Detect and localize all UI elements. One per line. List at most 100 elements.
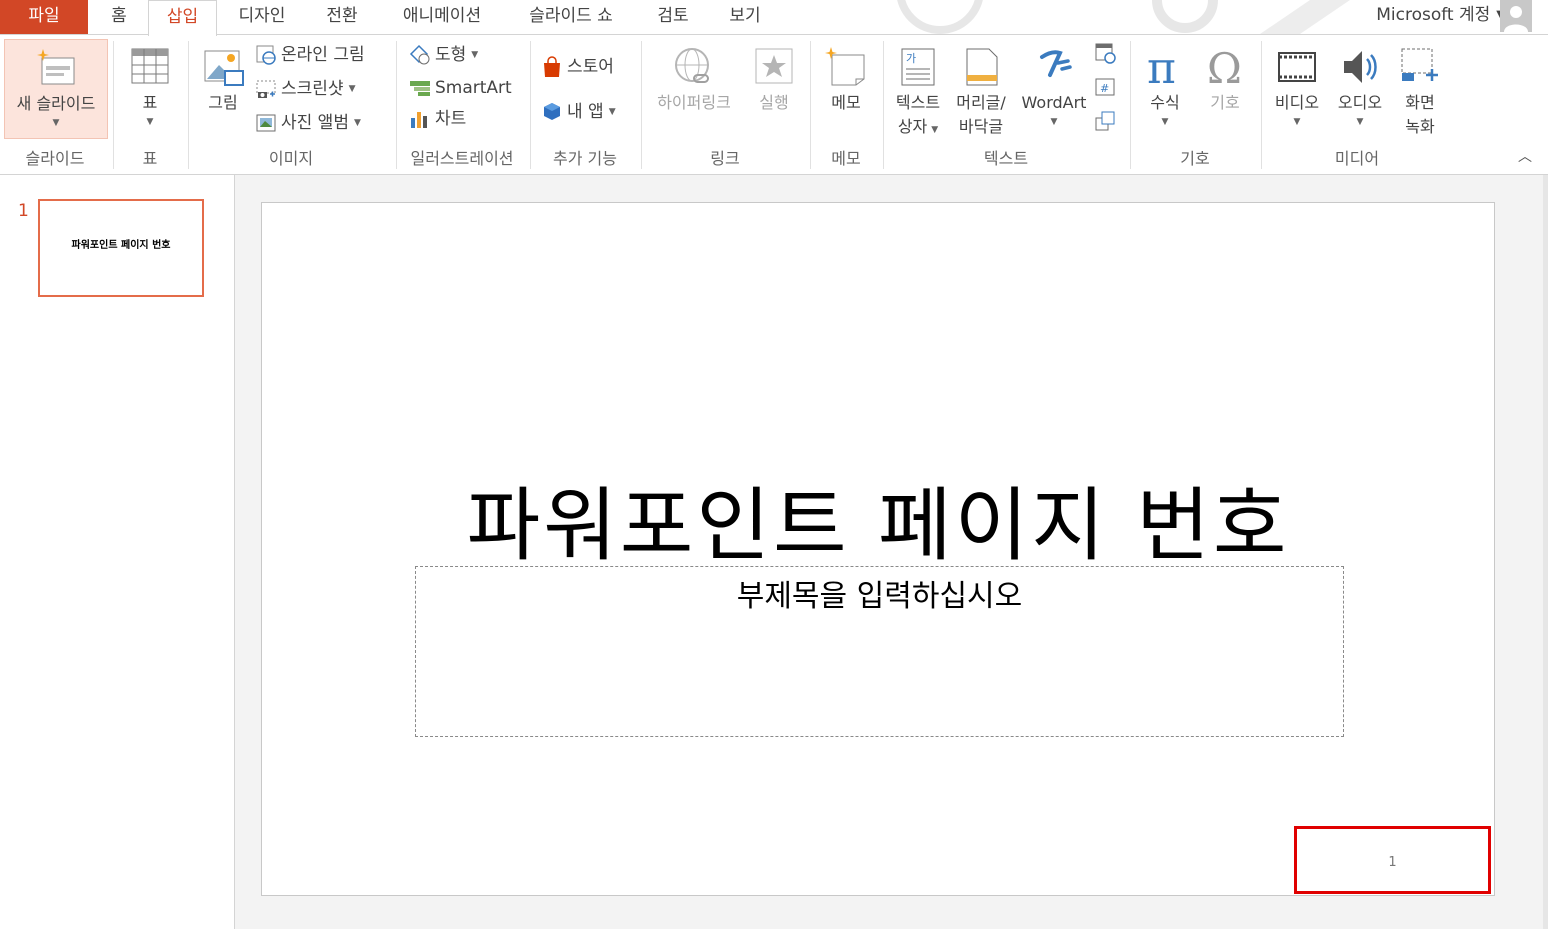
tab-transitions[interactable]: 전환 (312, 0, 372, 35)
textbox-button[interactable]: 가 텍스트 상자 ▼ (888, 39, 948, 139)
tab-insert[interactable]: 삽입 (148, 0, 217, 36)
screenshot-button[interactable]: 스크린샷 ▼ (255, 75, 355, 103)
tab-home[interactable]: 홈 (98, 0, 140, 35)
chart-button[interactable]: 차트 (409, 105, 466, 133)
date-time-button[interactable] (1094, 39, 1120, 65)
avatar[interactable] (1500, 0, 1532, 32)
tab-review[interactable]: 검토 (642, 0, 704, 35)
online-pictures-button[interactable]: 온라인 그림 (255, 41, 365, 69)
hyperlink-icon (675, 48, 709, 83)
header-footer-button[interactable]: 머리글/ 바닥글 (950, 39, 1012, 139)
photo-album-button[interactable]: 사진 앨범 ▼ (255, 109, 361, 137)
picture-label: 그림 (208, 93, 238, 112)
table-icon (131, 48, 169, 84)
group-images: 그림 온라인 그림 스크린샷 ▼ 사진 앨범 ▼ 이미지 (189, 35, 393, 174)
subtitle-placeholder[interactable]: 부제목을 입력하십시오 (415, 566, 1344, 737)
slide-thumbnail-title: 파워포인트 페이지 번호 (71, 240, 171, 251)
tab-file[interactable]: 파일 (0, 0, 88, 35)
group-label-symbols: 기호 (1180, 149, 1210, 168)
screen-recording-button[interactable]: 화면 녹화 (1392, 39, 1448, 139)
wordart-button[interactable]: WordArt ▼ (1016, 39, 1092, 129)
symbol-button[interactable]: Ω 기호 (1197, 39, 1253, 115)
store-icon (544, 56, 560, 77)
chart-icon (411, 112, 427, 128)
audio-label: 오디오 (1337, 93, 1383, 112)
object-icon (1095, 111, 1115, 131)
textbox-label-line2: 상자 (897, 117, 928, 136)
photo-album-icon (256, 114, 276, 132)
tab-slideshow[interactable]: 슬라이드 쇼 (510, 0, 632, 35)
slide[interactable]: 파워포인트 페이지 번호 부제목을 입력하십시오 1 (261, 202, 1495, 896)
smartart-label: SmartArt (435, 78, 512, 98)
video-button[interactable]: 비디오 ▼ (1266, 39, 1328, 129)
chevron-down-icon: ▼ (608, 107, 616, 117)
table-button[interactable]: 표 ▼ (122, 39, 178, 129)
video-label: 비디오 (1274, 93, 1320, 112)
chevron-down-icon: ▼ (931, 125, 939, 135)
group-addins: 스토어 내 앱 ▼ 추가 기능 (531, 35, 639, 174)
slide-number-button[interactable]: # (1094, 73, 1120, 99)
slide-thumbnail-number: 1 (18, 201, 29, 221)
video-icon (1278, 52, 1316, 82)
hyperlink-button[interactable]: 하이퍼링크 (646, 39, 742, 115)
screen-recording-label-line2: 녹화 (1405, 117, 1435, 136)
action-button[interactable]: 실행 (746, 39, 802, 115)
slide-number-placeholder[interactable]: 1 (1294, 826, 1491, 894)
group-text: 가 텍스트 상자 ▼ 머리글/ 바닥글 WordArt ▼ # 텍스트 (884, 35, 1128, 174)
comment-button[interactable]: 메모 (818, 39, 874, 115)
slide-thumbnail[interactable]: 파워포인트 페이지 번호 (38, 199, 204, 297)
smartart-button[interactable]: SmartArt (409, 74, 512, 102)
audio-button[interactable]: 오디오 ▼ (1330, 39, 1390, 129)
account-menu[interactable]: Microsoft 계정▼ (1376, 0, 1504, 32)
store-button[interactable]: 스토어 (541, 53, 614, 81)
slide-editing-area: 파워포인트 페이지 번호 부제목을 입력하십시오 1 (235, 175, 1548, 929)
chevron-down-icon: ▼ (1161, 117, 1169, 127)
object-button[interactable] (1094, 107, 1120, 133)
group-label-addins: 추가 기능 (553, 149, 617, 168)
action-icon (755, 48, 793, 84)
store-label: 스토어 (567, 57, 614, 77)
shapes-button[interactable]: 도형 ▼ (409, 41, 478, 69)
textbox-icon: 가 (901, 48, 935, 86)
new-slide-button[interactable]: 새 슬라이드 ▼ (4, 39, 108, 139)
comment-icon (825, 47, 865, 86)
group-links: 하이퍼링크 실행 링크 (642, 35, 808, 174)
header-footer-label-line1: 머리글/ (956, 93, 1006, 112)
tab-animations[interactable]: 애니메이션 (385, 0, 499, 35)
my-apps-icon (544, 103, 560, 120)
date-time-icon (1095, 43, 1116, 64)
chevron-down-icon: ▼ (52, 118, 60, 128)
collapse-ribbon-icon[interactable]: ︿ (1518, 146, 1532, 166)
group-media: 비디오 ▼ 오디오 ▼ 화면 녹화 미디어 (1262, 35, 1452, 174)
new-slide-icon (37, 49, 75, 85)
slide-title[interactable]: 파워포인트 페이지 번호 (262, 461, 1494, 577)
my-apps-button[interactable]: 내 앱 ▼ (541, 98, 616, 126)
wordart-icon (1040, 50, 1072, 77)
group-label-images: 이미지 (268, 149, 314, 168)
symbol-label: 기호 (1210, 93, 1240, 112)
slide-thumbnails-pane: 1 파워포인트 페이지 번호 (0, 175, 235, 929)
svg-text:가: 가 (906, 52, 916, 65)
group-label-links: 링크 (710, 149, 740, 168)
tab-design[interactable]: 디자인 (222, 0, 302, 35)
tab-view[interactable]: 보기 (714, 0, 776, 35)
shapes-label: 도형 (435, 45, 467, 65)
group-label-illustrations: 일러스트레이션 (410, 149, 514, 168)
textbox-label-line1: 텍스트 (895, 93, 941, 112)
chevron-down-icon: ▼ (471, 50, 479, 60)
picture-button[interactable]: 그림 (195, 39, 251, 115)
equation-button[interactable]: π 수식 ▼ (1137, 39, 1193, 129)
group-label-text: 텍스트 (983, 149, 1029, 168)
vertical-scrollbar[interactable] (1543, 175, 1548, 929)
equation-icon: π (1147, 45, 1176, 89)
header-footer-icon (966, 48, 998, 86)
new-slide-label: 새 슬라이드 (16, 94, 96, 113)
screenshot-label: 스크린샷 (281, 79, 344, 99)
comment-label: 메모 (831, 93, 861, 112)
slide-number-text: 1 (1388, 855, 1397, 870)
background-decoration (880, 0, 1380, 34)
table-label: 표 (142, 93, 158, 112)
chart-label: 차트 (435, 109, 467, 129)
chevron-down-icon: ▼ (1050, 117, 1058, 127)
online-pictures-label: 온라인 그림 (281, 45, 365, 65)
